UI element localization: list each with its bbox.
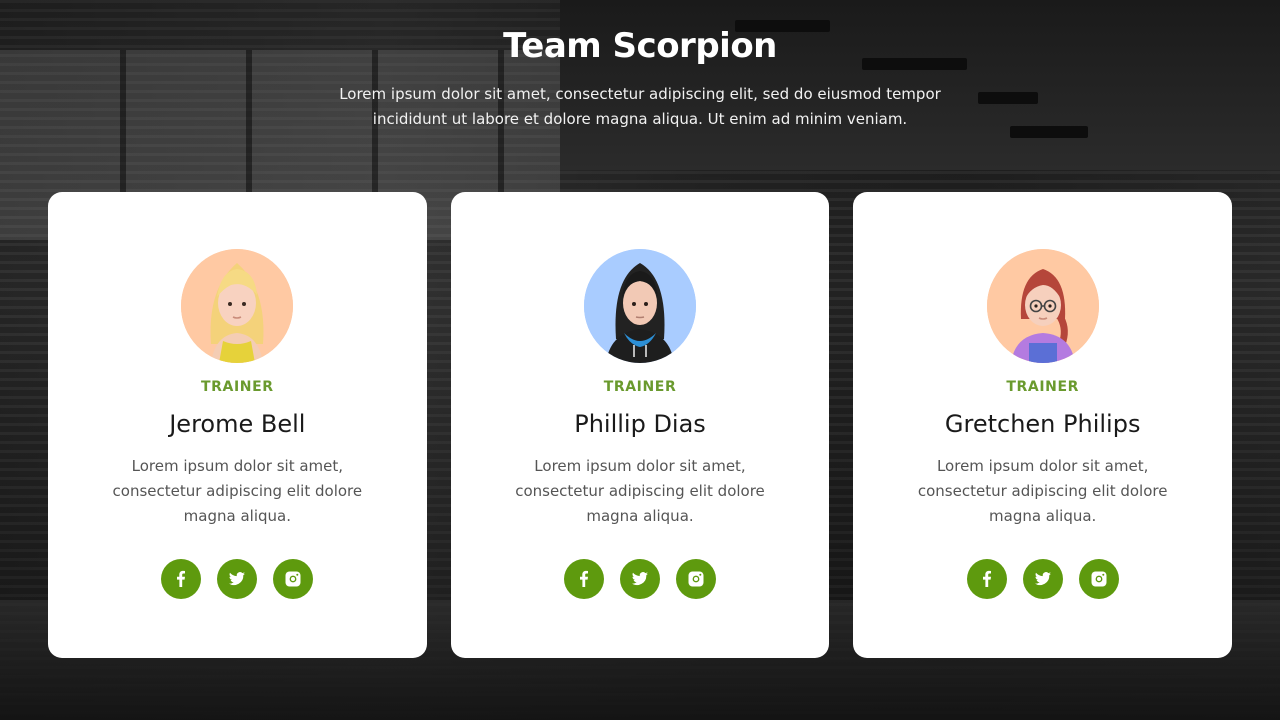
member-name: Jerome Bell: [169, 410, 306, 438]
social-links: [451, 559, 830, 599]
avatar: [986, 249, 1099, 363]
instagram-icon[interactable]: [676, 559, 716, 599]
member-bio: Lorem ipsum dolor sit amet, consectetur …: [917, 457, 1168, 525]
team-cards: TRAINER Jerome Bell Lorem ipsum dolor si…: [48, 192, 1233, 658]
instagram-icon[interactable]: [273, 559, 314, 599]
section-header: Team Scorpion Lorem ipsum dolor sit amet…: [0, 26, 1280, 132]
member-name: Gretchen Philips: [944, 410, 1141, 438]
member-bio: Lorem ipsum dolor sit amet, consectetur …: [515, 457, 765, 525]
twitter-icon[interactable]: [217, 559, 258, 599]
twitter-icon[interactable]: [620, 559, 660, 599]
social-links: [853, 559, 1232, 599]
facebook-icon[interactable]: [564, 559, 604, 599]
instagram-icon[interactable]: [1078, 559, 1119, 599]
team-card: TRAINER Phillip Dias Lorem ipsum dolor s…: [450, 192, 830, 658]
facebook-icon[interactable]: [161, 559, 202, 599]
member-role: TRAINER: [603, 379, 677, 395]
team-card: TRAINER Jerome Bell Lorem ipsum dolor si…: [48, 192, 427, 658]
facebook-icon[interactable]: [966, 559, 1007, 599]
team-section: Team Scorpion Lorem ipsum dolor sit amet…: [0, 0, 1280, 720]
member-role: TRAINER: [1006, 379, 1079, 395]
member-role: TRAINER: [201, 379, 274, 395]
avatar: [584, 249, 696, 363]
section-title: Team Scorpion: [503, 26, 777, 66]
social-links: [48, 559, 427, 599]
avatar: [181, 249, 294, 363]
member-bio: Lorem ipsum dolor sit amet, consectetur …: [112, 457, 363, 525]
twitter-icon[interactable]: [1022, 559, 1063, 599]
section-subtitle: Lorem ipsum dolor sit amet, consectetur …: [339, 85, 941, 128]
team-card: TRAINER Gretchen Philips Lorem ipsum dol…: [853, 192, 1233, 658]
member-name: Phillip Dias: [574, 410, 706, 438]
